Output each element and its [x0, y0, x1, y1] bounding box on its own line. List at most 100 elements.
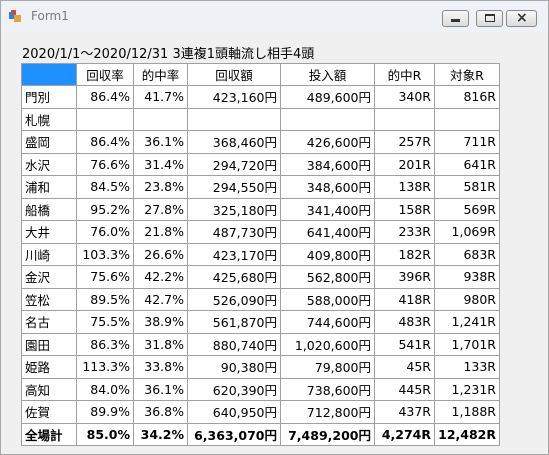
hit-races-cell[interactable]: 138R	[374, 175, 435, 199]
payout-cell[interactable]: 325,180円	[187, 197, 281, 221]
payout-cell[interactable]: 640,950円	[187, 400, 281, 424]
recovery-rate-cell[interactable]: 75.5%	[76, 310, 134, 334]
hit-races-cell[interactable]: 201R	[374, 152, 435, 176]
venue-cell[interactable]: 水沢	[21, 152, 77, 176]
total-payout-cell[interactable]: 6,363,070円	[187, 422, 281, 446]
hit-rate-cell[interactable]: 26.6%	[133, 242, 188, 266]
target-races-cell[interactable]: 683R	[434, 242, 500, 266]
hit-races-cell[interactable]: 233R	[374, 220, 435, 244]
payout-cell[interactable]: 294,550円	[187, 175, 281, 199]
target-races-cell[interactable]: 1,188R	[434, 400, 500, 424]
total-venue-cell[interactable]: 全場計	[21, 422, 77, 446]
hit-races-cell[interactable]: 158R	[374, 197, 435, 221]
hit-rate-cell[interactable]: 31.4%	[133, 152, 188, 176]
venue-cell[interactable]: 園田	[21, 332, 77, 356]
target-races-cell[interactable]: 581R	[434, 175, 500, 199]
table-row[interactable]: 水沢 76.6% 31.4% 294,720円 384,600円 201R 641R	[21, 152, 500, 176]
recovery-rate-cell[interactable]: 95.2%	[76, 197, 134, 221]
payout-cell[interactable]: 423,170円	[187, 242, 281, 266]
target-races-cell[interactable]: 1,069R	[434, 220, 500, 244]
payout-cell[interactable]: 368,460円	[187, 130, 281, 154]
target-races-cell[interactable]: 1,231R	[434, 377, 500, 401]
recovery-rate-cell[interactable]: 84.5%	[76, 175, 134, 199]
table-row[interactable]: 金沢 75.6% 42.2% 425,680円 562,800円 396R 938R	[21, 265, 500, 289]
header-hit-rate[interactable]: 的中率	[133, 63, 188, 86]
target-races-cell[interactable]: 816R	[434, 85, 500, 109]
title-bar[interactable]: Form1 ×	[1, 1, 548, 32]
hit-races-cell[interactable]: 418R	[374, 287, 435, 311]
table-row[interactable]: 佐賀 89.9% 36.8% 640,950円 712,800円 437R 1,188R	[21, 400, 500, 424]
stake-cell[interactable]: 588,000円	[280, 287, 375, 311]
recovery-rate-cell[interactable]: 103.3%	[76, 242, 134, 266]
stake-cell[interactable]: 348,600円	[280, 175, 375, 199]
target-races-cell[interactable]: 641R	[434, 152, 500, 176]
stake-cell[interactable]: 1,020,600円	[280, 332, 375, 356]
hit-rate-cell[interactable]: 21.8%	[133, 220, 188, 244]
table-row[interactable]: 船橋 95.2% 27.8% 325,180円 341,400円 158R 569R	[21, 197, 500, 221]
target-races-cell[interactable]: 569R	[434, 197, 500, 221]
recovery-rate-cell[interactable]: 113.3%	[76, 355, 134, 379]
payout-cell[interactable]: 880,740円	[187, 332, 281, 356]
target-races-cell[interactable]	[434, 107, 500, 131]
recovery-rate-cell[interactable]: 86.4%	[76, 130, 134, 154]
hit-races-cell[interactable]: 541R	[374, 332, 435, 356]
header-stake[interactable]: 投入額	[280, 63, 375, 86]
payout-cell[interactable]: 294,720円	[187, 152, 281, 176]
table-row[interactable]: 門別 86.4% 41.7% 423,160円 489,600円 340R 816R	[21, 85, 500, 109]
recovery-rate-cell[interactable]: 86.4%	[76, 85, 134, 109]
hit-rate-cell[interactable]: 33.8%	[133, 355, 188, 379]
table-row[interactable]: 笠松 89.5% 42.7% 526,090円 588,000円 418R 980R	[21, 287, 500, 311]
venue-cell[interactable]: 川崎	[21, 242, 77, 266]
hit-races-cell[interactable]: 396R	[374, 265, 435, 289]
recovery-rate-cell[interactable]: 89.5%	[76, 287, 134, 311]
total-recovery-rate-cell[interactable]: 85.0%	[76, 422, 134, 446]
venue-cell[interactable]: 札幌	[21, 107, 77, 131]
total-row[interactable]: 全場計 85.0% 34.2% 6,363,070円 7,489,200円 4,274R 1…	[21, 422, 500, 446]
venue-cell[interactable]: 名古	[21, 310, 77, 334]
stake-cell[interactable]: 712,800円	[280, 400, 375, 424]
maximize-button[interactable]	[476, 10, 503, 27]
hit-races-cell[interactable]: 340R	[374, 85, 435, 109]
hit-rate-cell[interactable]: 36.1%	[133, 377, 188, 401]
table-row[interactable]: 川崎 103.3% 26.6% 423,170円 409,800円 182R 683R	[21, 242, 500, 266]
stake-cell[interactable]: 79,800円	[280, 355, 375, 379]
payout-cell[interactable]: 425,680円	[187, 265, 281, 289]
table-row[interactable]: 園田 86.3% 31.8% 880,740円 1,020,600円 541R 1,701R	[21, 332, 500, 356]
hit-races-cell[interactable]	[374, 107, 435, 131]
recovery-rate-cell[interactable]: 76.6%	[76, 152, 134, 176]
hit-rate-cell[interactable]: 42.2%	[133, 265, 188, 289]
table-row[interactable]: 盛岡 86.4% 36.1% 368,460円 426,600円 257R 711R	[21, 130, 500, 154]
payout-cell[interactable]: 526,090円	[187, 287, 281, 311]
stake-cell[interactable]: 409,800円	[280, 242, 375, 266]
target-races-cell[interactable]: 1,701R	[434, 332, 500, 356]
recovery-rate-cell[interactable]: 84.0%	[76, 377, 134, 401]
payout-cell[interactable]: 90,380円	[187, 355, 281, 379]
hit-races-cell[interactable]: 483R	[374, 310, 435, 334]
stake-cell[interactable]: 384,600円	[280, 152, 375, 176]
stake-cell[interactable]: 744,600円	[280, 310, 375, 334]
header-target-races[interactable]: 対象R	[434, 63, 500, 86]
minimize-button[interactable]	[442, 10, 469, 27]
stake-cell[interactable]	[280, 107, 375, 131]
table-row[interactable]: 浦和 84.5% 23.8% 294,550円 348,600円 138R 581R	[21, 175, 500, 199]
table-row[interactable]: 姫路 113.3% 33.8% 90,380円 79,800円 45R 133R	[21, 355, 500, 379]
stake-cell[interactable]: 426,600円	[280, 130, 375, 154]
target-races-cell[interactable]: 711R	[434, 130, 500, 154]
venue-cell[interactable]: 高知	[21, 377, 77, 401]
venue-cell[interactable]: 門別	[21, 85, 77, 109]
hit-rate-cell[interactable]: 36.8%	[133, 400, 188, 424]
payout-cell[interactable]: 561,870円	[187, 310, 281, 334]
recovery-rate-cell[interactable]: 89.9%	[76, 400, 134, 424]
recovery-rate-cell[interactable]	[76, 107, 134, 131]
venue-cell[interactable]: 金沢	[21, 265, 77, 289]
table-row[interactable]: 大井 76.0% 21.8% 487,730円 641,400円 233R 1,069R	[21, 220, 500, 244]
stake-cell[interactable]: 562,800円	[280, 265, 375, 289]
header-payout[interactable]: 回収額	[187, 63, 281, 86]
stake-cell[interactable]: 489,600円	[280, 85, 375, 109]
payout-cell[interactable]: 423,160円	[187, 85, 281, 109]
hit-rate-cell[interactable]: 23.8%	[133, 175, 188, 199]
hit-rate-cell[interactable]: 42.7%	[133, 287, 188, 311]
hit-rate-cell[interactable]: 41.7%	[133, 85, 188, 109]
table-row[interactable]: 名古 75.5% 38.9% 561,870円 744,600円 483R 1,241R	[21, 310, 500, 334]
venue-cell[interactable]: 浦和	[21, 175, 77, 199]
